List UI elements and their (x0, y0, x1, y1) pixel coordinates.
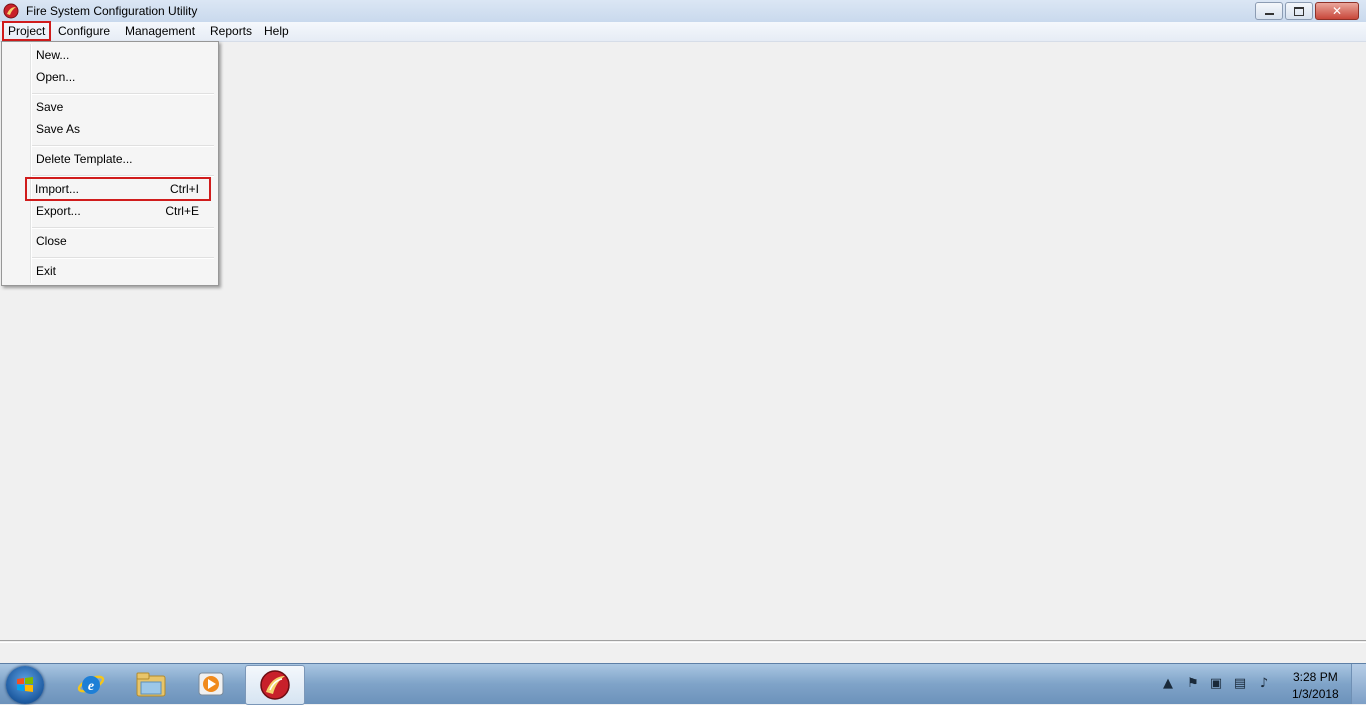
minimize-button[interactable] (1255, 2, 1283, 20)
restore-icon (1294, 6, 1304, 16)
removable-device-icon[interactable]: ▣ (1208, 676, 1224, 692)
taskbar-fire-system-app[interactable] (245, 665, 305, 705)
shortcut-label: Ctrl+E (165, 204, 199, 218)
window-title: Fire System Configuration Utility (26, 4, 198, 18)
menu-item-import[interactable]: Import... Ctrl+I (25, 177, 211, 201)
menu-item-open[interactable]: Open... (4, 67, 214, 87)
chevron-up-icon[interactable]: ▲ (1160, 676, 1176, 692)
project-menu-dropdown: New... Open... Save Save As Delete Templ… (1, 41, 219, 286)
menu-item-exit[interactable]: Exit (4, 261, 214, 281)
file-explorer-icon (136, 672, 166, 697)
menu-item-new[interactable]: New... (4, 45, 214, 65)
start-icon (17, 677, 33, 692)
status-bar (0, 640, 1366, 663)
internet-explorer-icon: e (77, 675, 105, 694)
media-player-icon (198, 672, 224, 696)
title-bar: Fire System Configuration Utility ✕ (0, 0, 1366, 23)
menu-separator (32, 227, 214, 229)
menu-item-save-as[interactable]: Save As (4, 119, 214, 139)
menu-configure[interactable]: Configure (55, 24, 113, 38)
show-desktop-button[interactable] (1351, 664, 1366, 704)
close-icon: ✕ (1331, 4, 1343, 18)
menu-item-delete-template[interactable]: Delete Template... (4, 149, 214, 169)
taskbar-media-player[interactable] (182, 665, 240, 703)
taskbar: e ▲ ⚑ ▣ ▤ ♪ 3:28 PM 1/3/2018 (0, 663, 1366, 705)
menu-separator (32, 93, 214, 95)
menu-item-close[interactable]: Close (4, 231, 214, 251)
menu-reports[interactable]: Reports (207, 24, 255, 38)
close-button[interactable]: ✕ (1315, 2, 1359, 20)
menu-item-save[interactable]: Save (4, 97, 214, 117)
restore-button[interactable] (1285, 2, 1313, 20)
network-icon[interactable]: ▤ (1232, 676, 1248, 692)
menu-separator (32, 257, 214, 259)
taskbar-file-explorer[interactable] (122, 665, 180, 703)
minimize-icon (1264, 13, 1274, 15)
menu-bar: Project Configure Management Reports Hel… (0, 21, 1366, 42)
clock-date[interactable]: 1/3/2018 (1292, 687, 1339, 701)
menu-help[interactable]: Help (261, 24, 292, 38)
shortcut-label: Ctrl+I (169, 182, 199, 196)
clock-time[interactable]: 3:28 PM (1293, 670, 1338, 684)
taskbar-internet-explorer[interactable]: e (62, 665, 120, 703)
start-button[interactable] (6, 666, 44, 704)
svg-text:e: e (88, 679, 94, 694)
menu-item-export[interactable]: Export... Ctrl+E (4, 201, 214, 221)
menu-separator (32, 175, 214, 177)
fire-system-app-icon[interactable] (3, 3, 19, 19)
menu-project[interactable]: Project (1, 21, 52, 41)
action-center-icon[interactable]: ⚑ (1185, 676, 1201, 692)
volume-icon[interactable]: ♪ (1256, 676, 1272, 692)
fire-system-app-icon (260, 670, 290, 700)
menu-separator (32, 145, 214, 147)
menu-management[interactable]: Management (122, 24, 198, 38)
